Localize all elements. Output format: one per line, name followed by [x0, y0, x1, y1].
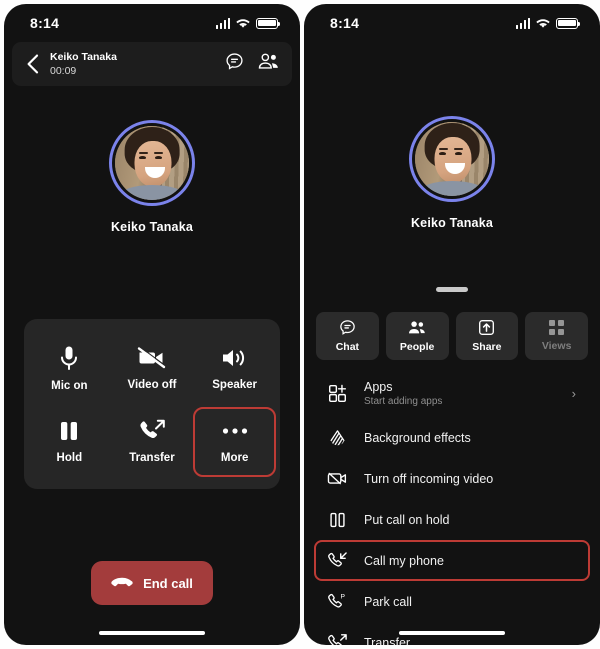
menu-item-title: Put call on hold — [364, 512, 450, 527]
grid-views-icon — [549, 320, 564, 335]
end-call-handset-icon — [111, 577, 133, 587]
park-call-icon: P — [326, 592, 348, 612]
home-indicator — [99, 630, 205, 635]
menu-item-apps[interactable]: Apps Start adding apps › — [314, 370, 590, 417]
tab-label: Share — [472, 341, 502, 353]
status-bar-right: 8:14 — [304, 4, 600, 38]
tab-label: People — [399, 341, 435, 353]
svg-text:P: P — [340, 593, 345, 600]
menu-item-title: Background effects — [364, 430, 471, 445]
control-hold[interactable]: Hold — [28, 407, 111, 477]
sheet-tab-strip: Chat People Share Views — [316, 312, 588, 360]
avatar — [409, 116, 495, 202]
battery-icon — [256, 17, 281, 29]
end-call-label: End call — [143, 575, 193, 591]
chat-bubble-icon[interactable] — [225, 52, 244, 76]
participant-name: Keiko Tanaka — [410, 216, 494, 230]
back-chevron-icon[interactable] — [20, 52, 44, 76]
control-label: Video off — [127, 379, 177, 391]
menu-item-title: Transfer — [364, 635, 411, 645]
menu-item-turn-off-incoming-video[interactable]: Turn off incoming video — [314, 458, 590, 499]
control-label: More — [220, 452, 249, 464]
call-duration: 00:09 — [50, 64, 77, 77]
control-speaker[interactable]: Speaker — [193, 333, 276, 405]
menu-item-title: Turn off incoming video — [364, 471, 494, 486]
participant-name: Keiko Tanaka — [110, 220, 194, 234]
people-icon[interactable] — [258, 52, 280, 76]
status-bar-left: 8:14 — [4, 4, 300, 38]
wifi-icon — [536, 18, 550, 29]
tab-label: Views — [541, 339, 572, 352]
sheet-drag-handle[interactable] — [436, 287, 468, 292]
cellular-signal-icon — [215, 17, 230, 29]
participant-block-right: Keiko Tanaka — [304, 116, 600, 230]
call-my-phone-icon — [326, 551, 348, 571]
video-off-icon — [326, 469, 348, 488]
tab-chat[interactable]: Chat — [316, 312, 379, 360]
control-label: Mic on — [51, 380, 88, 392]
home-indicator — [399, 630, 505, 635]
chat-bubble-icon — [340, 320, 355, 335]
tab-views[interactable]: Views — [525, 312, 588, 360]
status-icons — [215, 17, 281, 29]
call-contact-name: Keiko Tanaka — [50, 51, 117, 64]
background-effects-icon — [326, 428, 348, 447]
call-transfer-icon — [326, 633, 348, 645]
control-more[interactable]: More — [193, 407, 276, 477]
control-label: Transfer — [129, 452, 175, 464]
left-phone-screen: 8:14 Keiko Tanaka 00:09 Keiko Tanaka Mic… — [4, 4, 300, 645]
menu-item-subtitle: Start adding apps — [364, 395, 443, 407]
menu-item-background-effects[interactable]: Background effects — [314, 417, 590, 458]
menu-item-call-my-phone[interactable]: Call my phone — [314, 540, 590, 581]
menu-item-put-call-on-hold[interactable]: Put call on hold — [314, 499, 590, 540]
control-video[interactable]: Video off — [111, 333, 194, 405]
call-header-text: Keiko Tanaka 00:09 — [50, 51, 225, 76]
tab-people[interactable]: People — [385, 312, 449, 360]
right-phone-screen: 8:14 Keiko Tanaka Chat People Share View… — [304, 4, 600, 645]
control-transfer[interactable]: Transfer — [111, 407, 194, 477]
avatar — [109, 120, 195, 206]
menu-item-park-call[interactable]: P Park call — [314, 581, 590, 622]
control-label: Speaker — [212, 379, 258, 391]
call-controls-card: Mic on Video off Speaker Hold Transfer M… — [24, 319, 280, 489]
wifi-icon — [236, 18, 250, 29]
control-label: Hold — [56, 452, 83, 464]
tab-label: Chat — [335, 341, 360, 353]
status-clock: 8:14 — [30, 15, 60, 31]
tab-share[interactable]: Share — [455, 312, 519, 360]
end-call-button[interactable]: End call — [91, 561, 213, 605]
pause-icon — [326, 511, 348, 529]
call-header-actions — [225, 52, 280, 76]
menu-item-title: Apps — [364, 379, 393, 394]
control-mic[interactable]: Mic on — [28, 333, 111, 405]
share-up-icon — [479, 320, 495, 335]
call-header-bar: Keiko Tanaka 00:09 — [12, 42, 292, 86]
menu-item-title: Call my phone — [364, 553, 444, 568]
more-options-menu: Apps Start adding apps › Background effe… — [304, 370, 600, 645]
status-icons — [515, 17, 581, 29]
participant-block-left: Keiko Tanaka — [4, 120, 300, 234]
cellular-signal-icon — [515, 17, 530, 29]
screenshot-stage: 8:14 Keiko Tanaka 00:09 Keiko Tanaka Mic… — [0, 0, 600, 649]
chevron-right-icon: › — [571, 386, 576, 401]
battery-icon — [556, 17, 581, 29]
apps-grid-icon — [326, 384, 348, 403]
people-icon — [409, 321, 425, 334]
status-clock: 8:14 — [330, 15, 360, 31]
menu-item-title: Park call — [364, 594, 412, 609]
end-call-area: End call — [4, 561, 300, 605]
